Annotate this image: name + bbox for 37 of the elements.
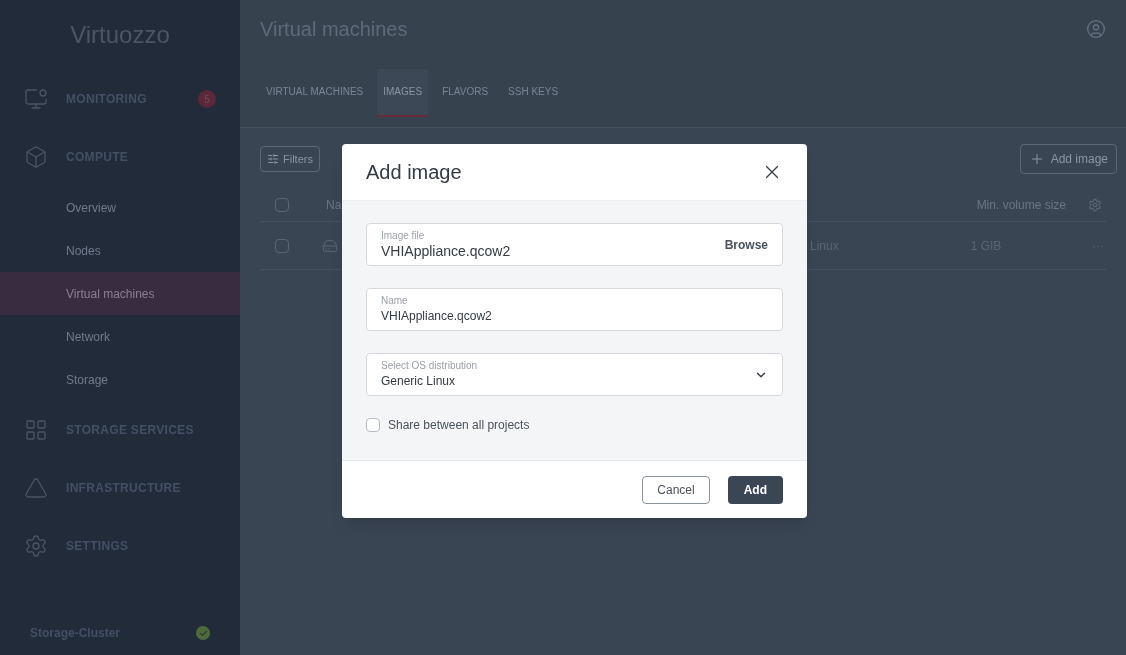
file-field[interactable]: Image file VHIAppliance.qcow2 Browse	[366, 223, 783, 266]
field-value: Generic Linux	[381, 372, 457, 390]
tab[interactable]: SSH KEYS	[502, 68, 565, 117]
field-label: Select OS distribution	[381, 359, 479, 372]
nav-item[interactable]: Nodes	[0, 229, 240, 272]
sliders-icon	[267, 153, 279, 165]
add-button[interactable]: Add	[727, 475, 783, 504]
cube-icon	[24, 145, 48, 169]
nav-item[interactable]: Virtual machines	[0, 272, 240, 315]
checkbox[interactable]	[366, 418, 380, 432]
user-icon[interactable]	[1086, 19, 1106, 39]
row-menu[interactable]: ···	[1092, 236, 1104, 255]
field-value: VHIAppliance.qcow2	[381, 241, 512, 260]
add-image-button[interactable]: Add image	[1019, 144, 1117, 174]
input-field[interactable]: Name VHIAppliance.qcow2	[366, 288, 783, 331]
filters-button[interactable]: Filters	[260, 146, 320, 172]
settings-icon	[24, 534, 48, 558]
field-label: Image file	[381, 229, 426, 242]
browse-button[interactable]: Browse	[724, 235, 768, 254]
cancel-button[interactable]: Cancel	[642, 475, 710, 504]
settings-icon[interactable]	[1088, 197, 1102, 212]
grid-icon	[24, 418, 48, 442]
checkbox-label: Share between all projects	[388, 417, 530, 434]
dialog-title: Add image	[366, 160, 462, 185]
tab[interactable]: IMAGES	[377, 68, 429, 117]
checkbox[interactable]	[275, 238, 289, 253]
nav-item[interactable]: Storage	[0, 358, 240, 401]
checkbox[interactable]	[275, 197, 289, 212]
monitor-icon	[24, 87, 48, 111]
tab[interactable]: VIRTUAL MACHINES	[260, 68, 370, 117]
tab[interactable]: FLAVORS	[436, 68, 495, 117]
nav-item[interactable]: Network	[0, 315, 240, 358]
os-select[interactable]: Select OS distribution Generic Linux	[366, 353, 783, 396]
triangle-icon	[24, 476, 48, 500]
field-value: VHIAppliance.qcow2	[381, 307, 493, 325]
field-label: Name	[381, 294, 409, 307]
nav-item[interactable]: Overview	[0, 186, 240, 229]
